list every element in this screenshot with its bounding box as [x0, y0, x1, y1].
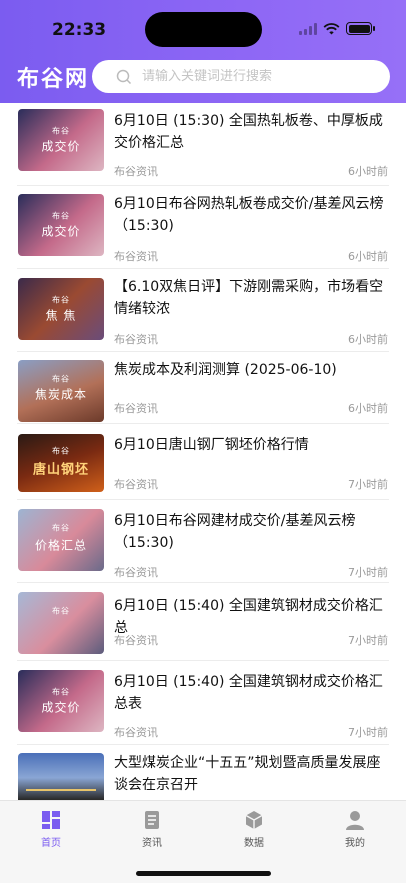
article-thumbnail: 布谷 焦 焦	[18, 278, 104, 340]
article-time: 6小时前	[348, 165, 388, 178]
person-icon	[346, 811, 364, 830]
list-item[interactable]: 布谷 焦炭成本 焦炭成本及利润测算 (2025-06-10) 布谷资讯 6小时前	[17, 352, 389, 424]
handshake-icon: 布谷	[52, 211, 70, 221]
article-time: 6小时前	[348, 333, 388, 346]
home-grid-icon	[42, 811, 60, 829]
article-thumbnail: 布谷 成交价	[18, 670, 104, 732]
tab-label: 我的	[345, 838, 365, 849]
list-item[interactable]: 布谷 成交价 6月10日 (15:30) 全国热轧板卷、中厚板成交价格汇总 布谷…	[17, 103, 389, 186]
steel-billet-icon: 布谷	[52, 446, 70, 456]
article-thumbnail: 布谷 价格汇总	[18, 509, 104, 571]
list-item[interactable]: 布谷 唐山钢坯 6月10日唐山钢厂钢坯价格行情 布谷资讯 7小时前	[17, 424, 389, 500]
article-time: 7小时前	[348, 566, 388, 579]
article-thumbnail: 布谷 成交价	[18, 194, 104, 256]
article-time: 7小时前	[348, 478, 388, 491]
status-icons	[299, 22, 375, 35]
article-time: 7小时前	[348, 726, 388, 739]
coke-plant-icon: 布谷	[52, 374, 70, 384]
rebar-icon: 布谷	[52, 523, 70, 533]
article-source: 布谷资讯	[114, 402, 158, 415]
article-source: 布谷资讯	[114, 333, 158, 346]
article-title: 焦炭成本及利润测算 (2025-06-10)	[114, 362, 337, 378]
article-source: 布谷资讯	[114, 566, 158, 579]
article-source: 布谷资讯	[114, 165, 158, 178]
battery-icon	[346, 22, 375, 35]
list-item[interactable]: 大型煤炭企业“十五五”规划暨高质量发展座谈会在京召开	[17, 745, 389, 800]
article-time: 7小时前	[348, 634, 388, 647]
dynamic-island	[145, 12, 262, 47]
article-time: 6小时前	[348, 250, 388, 263]
data-cube-icon	[245, 811, 263, 829]
tab-home[interactable]: 首页	[21, 809, 81, 849]
tab-label: 资讯	[142, 838, 162, 849]
thumbnail-label: 成交价	[41, 700, 81, 715]
article-source: 布谷资讯	[114, 726, 158, 739]
article-title: 6月10日布谷网建材成交价/基差风云榜（15:30)	[114, 513, 356, 551]
handshake-icon: 布谷	[52, 126, 70, 136]
list-item[interactable]: 布谷 6月10日 (15:40) 全国建筑钢材成交价格汇总 布谷资讯 7小时前	[17, 583, 389, 661]
thumbnail-label: 成交价	[41, 224, 81, 239]
app-logo: 布谷网	[17, 67, 90, 92]
tab-label: 首页	[41, 838, 61, 849]
wifi-icon	[323, 22, 340, 34]
home-indicator	[136, 871, 271, 876]
article-source: 布谷资讯	[114, 250, 158, 263]
thumbnail-label: 唐山钢坯	[32, 462, 89, 478]
list-item[interactable]: 布谷 成交价 6月10日 (15:40) 全国建筑钢材成交价格汇总表 布谷资讯 …	[17, 661, 389, 745]
article-title: 大型煤炭企业“十五五”规划暨高质量发展座谈会在京召开	[114, 755, 381, 793]
article-title: 6月10日 (15:30) 全国热轧板卷、中厚板成交价格汇总	[114, 113, 383, 151]
article-thumbnail: 布谷 唐山钢坯	[18, 434, 104, 492]
article-title: 【6.10双焦日评】下游刚需采购，市场看空情绪较浓	[114, 279, 384, 317]
handshake-icon: 布谷	[52, 687, 70, 697]
list-item[interactable]: 布谷 焦 焦 【6.10双焦日评】下游刚需采购，市场看空情绪较浓 布谷资讯 6小…	[17, 269, 389, 352]
article-thumbnail	[18, 753, 104, 800]
rebar-icon: 布谷	[52, 606, 70, 616]
search-icon	[116, 69, 132, 84]
signal-icon	[299, 22, 317, 35]
list-item[interactable]: 布谷 价格汇总 6月10日布谷网建材成交价/基差风云榜（15:30) 布谷资讯 …	[17, 500, 389, 583]
article-thumbnail: 布谷 焦炭成本	[18, 360, 104, 422]
thumbnail-label: 成交价	[41, 139, 81, 154]
news-list[interactable]: 布谷 成交价 6月10日 (15:30) 全国热轧板卷、中厚板成交价格汇总 布谷…	[0, 103, 406, 800]
article-source: 布谷资讯	[114, 634, 158, 647]
status-time: 22:33	[52, 20, 107, 40]
news-doc-icon	[145, 811, 159, 829]
search-input[interactable]	[142, 69, 372, 84]
article-time: 6小时前	[348, 402, 388, 415]
top-header: 22:33 布谷网	[0, 0, 406, 103]
article-source: 布谷资讯	[114, 478, 158, 491]
tab-data[interactable]: 数据	[224, 809, 284, 849]
thumbnail-label: 价格汇总	[34, 538, 87, 553]
article-thumbnail: 布谷 成交价	[18, 109, 104, 171]
article-thumbnail: 布谷	[18, 592, 104, 654]
article-title: 6月10日 (15:40) 全国建筑钢材成交价格汇总表	[114, 674, 383, 712]
coke-furnace-icon: 布谷	[52, 295, 70, 305]
thumbnail-label: 焦炭成本	[34, 387, 87, 402]
article-title: 6月10日布谷网热轧板卷成交价/基差风云榜（15:30)	[114, 196, 384, 234]
tab-news[interactable]: 资讯	[122, 809, 182, 849]
tab-label: 数据	[244, 838, 264, 849]
list-item[interactable]: 布谷 成交价 6月10日布谷网热轧板卷成交价/基差风云榜（15:30) 布谷资讯…	[17, 186, 389, 269]
search-box[interactable]	[92, 60, 390, 93]
thumbnail-label: 焦 焦	[45, 308, 77, 323]
coal-mine-icon	[26, 789, 96, 800]
article-title: 6月10日唐山钢厂钢坯价格行情	[114, 437, 309, 453]
tab-me[interactable]: 我的	[325, 809, 385, 849]
